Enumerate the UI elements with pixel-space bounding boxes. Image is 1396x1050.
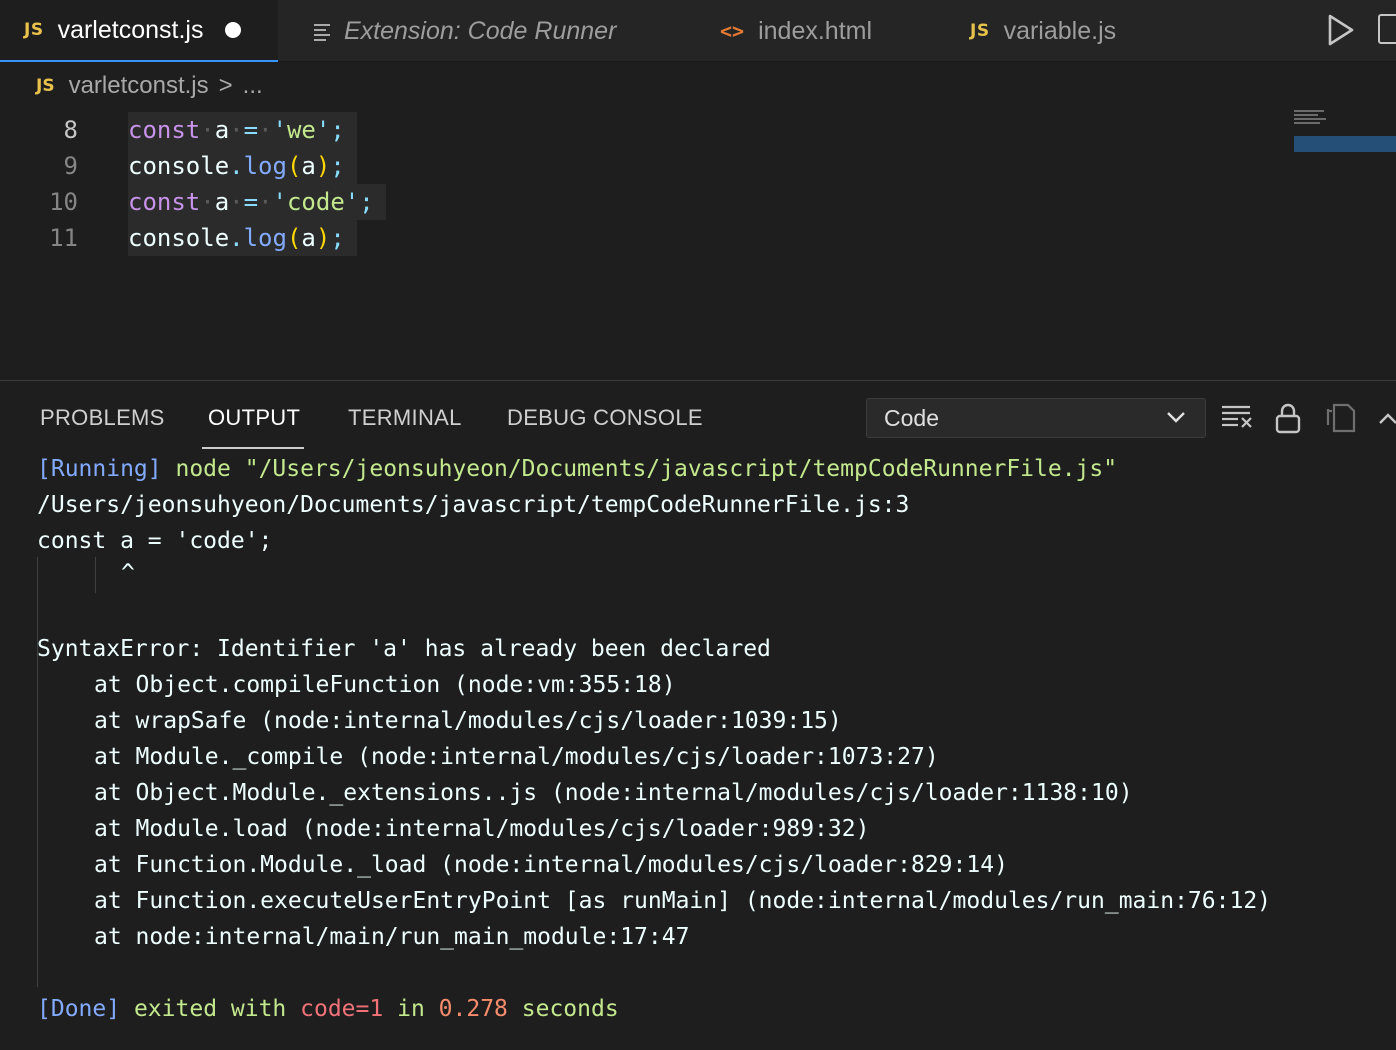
line-number: 11 (49, 224, 78, 252)
stack-frame: at Function.Module._load (node:internal/… (94, 852, 1008, 878)
done-text: exited with (133, 996, 287, 1022)
tab-extension-code-runner[interactable]: Extension: Code Runner (314, 0, 616, 62)
tab-label: varletconst.js (57, 15, 204, 44)
tab-output[interactable]: OUTPUT (208, 405, 300, 431)
done-text: in (397, 996, 425, 1022)
running-tag: [Running] (37, 456, 162, 482)
tab-varletconst-js[interactable]: JS varletconst.js (0, 0, 278, 62)
chevron-up-icon[interactable] (1378, 401, 1396, 435)
code-line[interactable]: console.log(a); (128, 148, 357, 184)
code-line[interactable]: const·a·=·'we'; (128, 112, 357, 148)
line-number: 9 (63, 152, 78, 180)
breadcrumb-symbol[interactable]: ... (243, 72, 263, 100)
chevron-right-icon: > (218, 72, 233, 99)
stack-frame: at Object.compileFunction (node:vm:355:1… (94, 672, 676, 698)
output-line-error-source: const a = 'code'; (37, 528, 273, 554)
tab-label: index.html (758, 16, 873, 45)
split-editor-icon[interactable] (1378, 14, 1396, 44)
code-line[interactable]: const·a·=·'code'; (128, 184, 386, 220)
unsaved-changes-dot-icon[interactable] (225, 22, 242, 38)
exit-code: code=1 (300, 996, 384, 1022)
line-number: 8 (63, 116, 78, 144)
javascript-file-icon: JS (970, 21, 990, 41)
javascript-file-icon: JS (36, 76, 55, 96)
tab-debug-console[interactable]: DEBUG CONSOLE (507, 405, 703, 431)
editor-tab-bar: JS varletconst.js Extension: Code Runner… (0, 0, 1396, 62)
code-editor[interactable]: 8 9 10 11 const·a·=·'we'; console.log(a)… (0, 108, 1396, 380)
output-line-done: [Done] exited with code=1 in 0.278 secon… (37, 991, 619, 1027)
tab-label: Extension: Code Runner (344, 16, 617, 45)
done-text: seconds (521, 996, 619, 1022)
javascript-file-icon: JS (24, 20, 44, 40)
code-line[interactable]: console.log(a); (128, 220, 357, 256)
tab-problems[interactable]: PROBLEMS (40, 405, 165, 431)
tab-terminal[interactable]: TERMINAL (348, 405, 462, 431)
stack-frame: at Function.executeUserEntryPoint [as ru… (94, 888, 1272, 914)
breadcrumb: JS varletconst.js > ... (36, 66, 263, 106)
output-channel-select[interactable]: Code (866, 398, 1206, 438)
indent-guide (37, 557, 38, 987)
panel-tab-bar: PROBLEMS OUTPUT TERMINAL DEBUG CONSOLE C… (0, 381, 1396, 451)
tab-variable-js[interactable]: JS variable.js (970, 0, 1116, 62)
tab-index-html[interactable]: <> index.html (720, 0, 872, 62)
output-line-error-message: SyntaxError: Identifier 'a' has already … (37, 636, 771, 662)
preview-icon (314, 23, 332, 41)
bottom-panel: PROBLEMS OUTPUT TERMINAL DEBUG CONSOLE C… (0, 380, 1396, 1050)
clear-output-icon[interactable] (1220, 401, 1256, 435)
indent-guide (95, 557, 96, 593)
run-code-play-icon[interactable] (1322, 12, 1358, 48)
stack-frame: at wrapSafe (node:internal/modules/cjs/l… (94, 708, 842, 734)
breadcrumb-file[interactable]: varletconst.js (69, 72, 209, 100)
chevron-down-icon (1167, 412, 1185, 423)
stack-frame: at node:internal/main/run_main_module:17… (94, 924, 690, 950)
output-line-running: [Running] node "/Users/jeonsuhyeon/Docum… (37, 451, 1117, 487)
html-file-icon: <> (720, 19, 745, 43)
stack-frame: at Module._compile (node:internal/module… (94, 744, 939, 770)
output-line-error-location: /Users/jeonsuhyeon/Documents/javascript/… (37, 492, 910, 518)
active-tab-indicator (202, 447, 304, 449)
stack-frame: at Object.Module._extensions..js (node:i… (94, 780, 1133, 806)
elapsed-time: 0.278 (438, 996, 508, 1022)
running-command: node "/Users/jeonsuhyeon/Documents/javas… (175, 456, 1118, 482)
tab-label: variable.js (1003, 16, 1117, 45)
minimap[interactable] (1292, 108, 1396, 168)
done-tag: [Done] (37, 996, 121, 1022)
output-log[interactable]: [Running] node "/Users/jeonsuhyeon/Docum… (0, 451, 1396, 1050)
stack-frame: at Module.load (node:internal/modules/cj… (94, 816, 870, 842)
error-caret: ^ (121, 560, 135, 586)
open-in-editor-icon[interactable] (1324, 401, 1360, 435)
output-channel-value: Code (884, 404, 939, 431)
line-number: 10 (49, 188, 78, 216)
lock-icon[interactable] (1272, 401, 1308, 435)
